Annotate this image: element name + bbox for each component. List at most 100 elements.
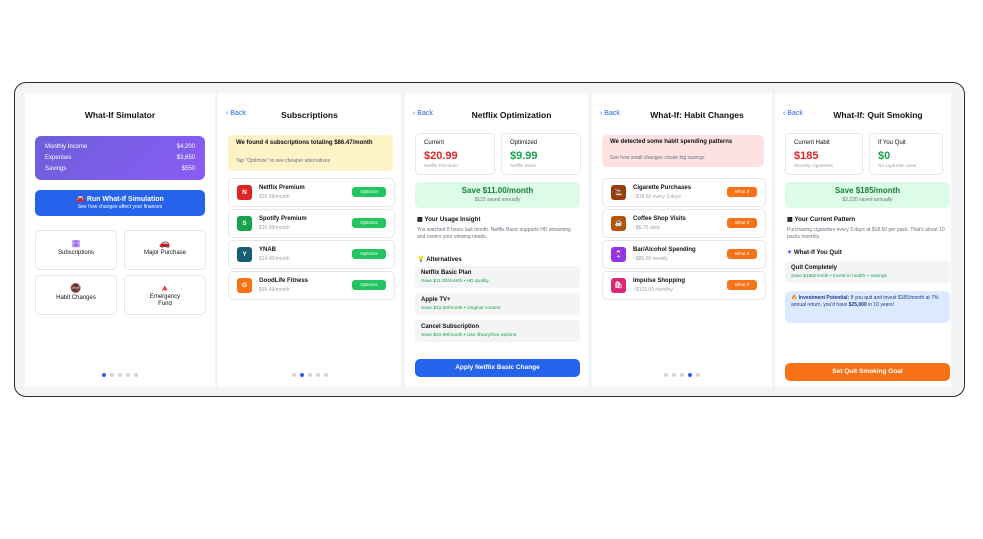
what-if-button[interactable]: What If [727,249,757,259]
investment-label: Investment Potential: [798,295,850,301]
car-icon: 🚘 [76,196,85,203]
item-price: $20.99/month [259,194,290,200]
chart-icon: ▦ [787,216,793,223]
if-you-quit-label: If You Quit [878,140,906,146]
back-button[interactable]: ‹ Back [783,110,803,117]
back-button[interactable]: ‹ Back [413,110,433,117]
what-if-button[interactable]: What If [727,280,757,290]
insight-title: Your Usage Insight [424,216,481,223]
savings-card: Save $11.00/month $132 saved annually [415,182,580,208]
chart-icon: ▦ [417,216,423,223]
banner-title: We detected some habit spending patterns [610,139,733,145]
tile-label: Subscriptions [57,250,95,256]
list-item: G GoodLife Fitness $39.49/month Optimize [228,271,395,300]
ynab-icon: Y [237,247,252,262]
apply-change-button[interactable]: Apply Netflix Basic Change [415,359,580,377]
list-item: 🍷 Bar/Alcohol Spending ~$85.00 weekly Wh… [602,240,766,269]
screen-quit-smoking: ‹ Back What-If: Quit Smoking Current Hab… [775,93,951,387]
alt-desc: Save $20.99/month • Use library/free opt… [421,333,517,338]
no-smoking-icon: 🚭 [70,283,82,293]
savings-title: Save $185/month [834,186,901,195]
page-title: Netflix Optimization [471,110,552,120]
cigarette-icon: 🚬 [611,185,626,200]
tile-label: Emergency Fund [149,294,181,307]
insight-heading: ▦ Your Usage Insight [417,216,480,223]
tile-label: Major Purchase [143,250,187,256]
savings-sub: $132 saved annually [474,197,521,203]
item-name: Impulse Shopping [633,278,685,284]
page-title: What-If Simulator [84,110,156,120]
list-item: N Netflix Premium $20.99/month Optimize [228,178,395,207]
page-title: Subscriptions [281,110,338,120]
page-indicator [592,373,772,377]
savings-title: Save $11.00/month [461,186,534,195]
item-detail: ~$6.75 daily [633,225,661,231]
sparkle-icon: ✦ [787,249,793,256]
optimize-button[interactable]: Optimize [352,280,386,290]
screen-netflix-optimization: ‹ Back Netflix Optimization Current $20.… [405,93,588,387]
optimize-button[interactable]: Optimize [352,249,386,259]
run-simulation-sub: See how changes affect your finances [77,204,163,210]
item-name: Coffee Shop Visits [633,216,686,222]
set-goal-button[interactable]: Set Quit Smoking Goal [785,363,950,381]
item-detail: ~$18.50 every 3 days [633,194,681,200]
expenses-value: $3,650 [176,155,195,161]
pattern-text: Purchasing cigarettes every 3 days at $1… [787,227,945,240]
tile-emergency-fund[interactable]: 🔺 Emergency Fund [124,275,206,315]
savings-sub: $2,220 saved annually [842,197,893,203]
spotify-icon: S [237,216,252,231]
list-item: 🚬 Cigarette Purchases ~$18.50 every 3 da… [602,178,766,207]
current-label: Current [424,140,445,146]
pattern-heading: ▦ Your Current Pattern [787,216,855,223]
item-name: Bar/Alcohol Spending [633,247,696,253]
savings-label: Savings [45,166,67,172]
screen-habit-changes: ‹ Back What-If: Habit Changes We detecte… [592,93,772,387]
income-value: $4,200 [176,144,195,150]
if-you-quit-value: $0 [878,150,891,162]
alternative-option[interactable]: Netflix Basic Plan Save $11.00/month • H… [415,266,580,288]
alt-title: Netflix Basic Plan [421,270,472,276]
quit-option-desc: Save $185/month • Invest in health + sav… [791,274,887,279]
current-price: $20.99 [424,150,458,162]
optimized-plan: Netflix Basic [510,164,537,169]
item-name: GoodLife Fitness [259,278,309,284]
list-item: ☕ Coffee Shop Visits ~$6.75 daily What I… [602,209,766,238]
alternative-option[interactable]: Apple TV+ Save $12.00/month • Original c… [415,293,580,315]
savings-card: Save $185/month $2,220 saved annually [785,182,950,208]
back-button[interactable]: ‹ Back [600,110,620,117]
what-if-button[interactable]: What If [727,187,757,197]
netflix-icon: N [237,185,252,200]
run-simulation-label: Run What-If Simulation [86,196,164,203]
optimized-price: $9.99 [510,150,538,162]
banner-title: We found 4 subscriptions totaling $86.47… [236,140,373,146]
tile-habit-changes[interactable]: 🚭 Habit Changes [35,275,117,315]
page-indicator [218,373,401,377]
income-label: Monthly Income [45,144,88,150]
what-if-button[interactable]: What If [727,218,757,228]
investment-tail: in 10 years! [868,301,894,308]
item-price: $14.00/month [259,256,290,262]
optimize-button[interactable]: Optimize [352,187,386,197]
list-item: S Spotify Premium $10.99/month Optimize [228,209,395,238]
car-icon: 🚗 [159,238,171,248]
quit-option[interactable]: Quit Completely Save $185/month • Invest… [785,261,950,283]
item-price: $39.49/month [259,287,290,293]
shopping-bag-icon: 🛍 [611,278,626,293]
current-habit-card: Current Habit $185 Monthly cigarettes [785,133,863,175]
device-frame: What-If Simulator Monthly Income $4,200 E… [14,82,965,397]
if-you-quit-card: If You Quit $0 No cigarette costs [869,133,943,175]
alert-icon: 🔺 [159,283,171,293]
alternative-option[interactable]: Cancel Subscription Save $20.99/month • … [415,320,580,342]
page-indicator [25,373,215,377]
optimized-plan-card: Optimized $9.99 Netflix Basic [501,133,581,175]
optimize-button[interactable]: Optimize [352,218,386,228]
current-habit-sub: Monthly cigarettes [794,164,833,169]
tile-major-purchase[interactable]: 🚗 Major Purchase [124,230,206,270]
insight-text: You watched 8 hours last month. Netflix … [417,227,571,240]
run-simulation-button[interactable]: 🚘 Run What-If Simulation See how changes… [35,190,205,216]
current-plan: Netflix Premium [424,164,458,169]
screen-what-if-simulator: What-If Simulator Monthly Income $4,200 E… [25,93,215,387]
tile-subscriptions[interactable]: ▦ Subscriptions [35,230,117,270]
finance-summary-card: Monthly Income $4,200 Expenses $3,650 Savi… [35,136,205,180]
page-title: What-If: Habit Changes [650,110,744,120]
